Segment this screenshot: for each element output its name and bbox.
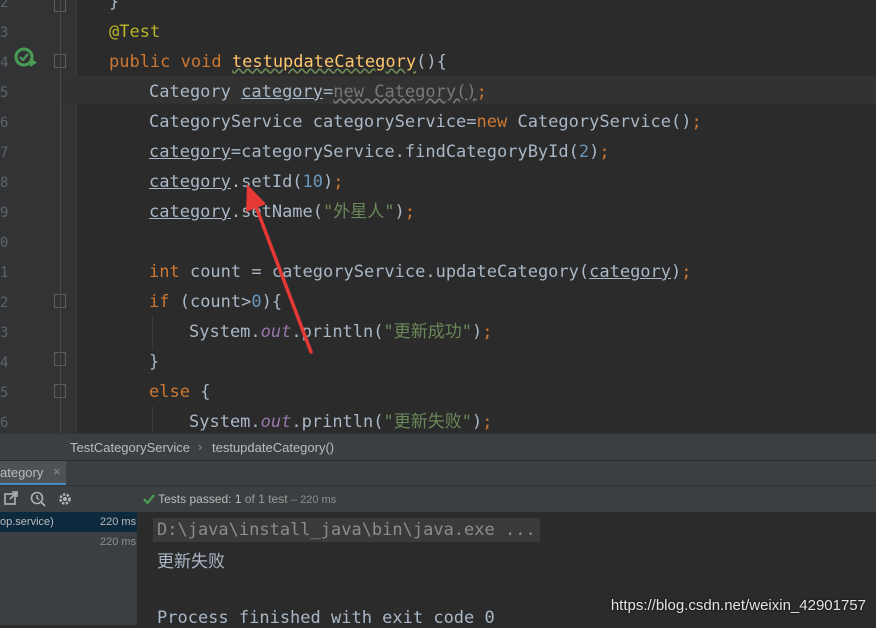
breadcrumb-separator: › (198, 439, 203, 454)
test-tree-time: 220 ms (100, 516, 137, 528)
tests-passed-label: Tests passed: (158, 492, 232, 506)
annotation-arrow (246, 184, 313, 354)
tests-total: of 1 test (244, 492, 288, 506)
test-tree-time: 220 ms (100, 536, 137, 548)
console-line-command: D:\java\install_java\bin\java.exe ... (153, 518, 540, 542)
test-tree-row[interactable]: op.service) 220 ms (0, 512, 137, 532)
console-output[interactable]: D:\java\install_java\bin\java.exe ... 更新… (138, 512, 876, 628)
tests-passed-count: 1 (234, 492, 242, 506)
tests-time: – 220 ms (290, 494, 337, 506)
test-toolbar: Tests passed: 1 of 1 test – 220 ms (0, 485, 876, 513)
watermark: https://blog.csdn.net/weixin_42901757 (610, 597, 866, 614)
run-tab[interactable]: ategory × (0, 461, 66, 485)
check-icon (143, 493, 155, 508)
close-icon[interactable]: × (53, 464, 61, 479)
code-editor[interactable]: 2 3 4 5 6 7 8 9 0 1 2 3 4 5 6 } @Test pu… (0, 0, 876, 433)
test-tree-label: op.service) (0, 516, 54, 528)
test-tree: op.service) 220 ms 220 ms (0, 512, 137, 625)
run-tab-bar: ategory × (0, 460, 876, 486)
gear-icon[interactable] (57, 491, 73, 510)
export-icon[interactable] (4, 491, 18, 508)
breadcrumb-item-method[interactable]: testupdateCategory() (212, 440, 334, 455)
test-tree-row[interactable]: 220 ms (0, 532, 137, 552)
console-line: 更新失败 (157, 552, 225, 572)
breadcrumb: TestCategoryService › testupdateCategory… (0, 433, 876, 461)
console-line: Process finished with exit code 0 (157, 608, 495, 628)
history-icon[interactable] (30, 491, 46, 510)
test-status: Tests passed: 1 of 1 test – 220 ms (143, 492, 336, 508)
run-tab-label: ategory (0, 465, 44, 480)
breadcrumb-item-class[interactable]: TestCategoryService (70, 440, 190, 455)
